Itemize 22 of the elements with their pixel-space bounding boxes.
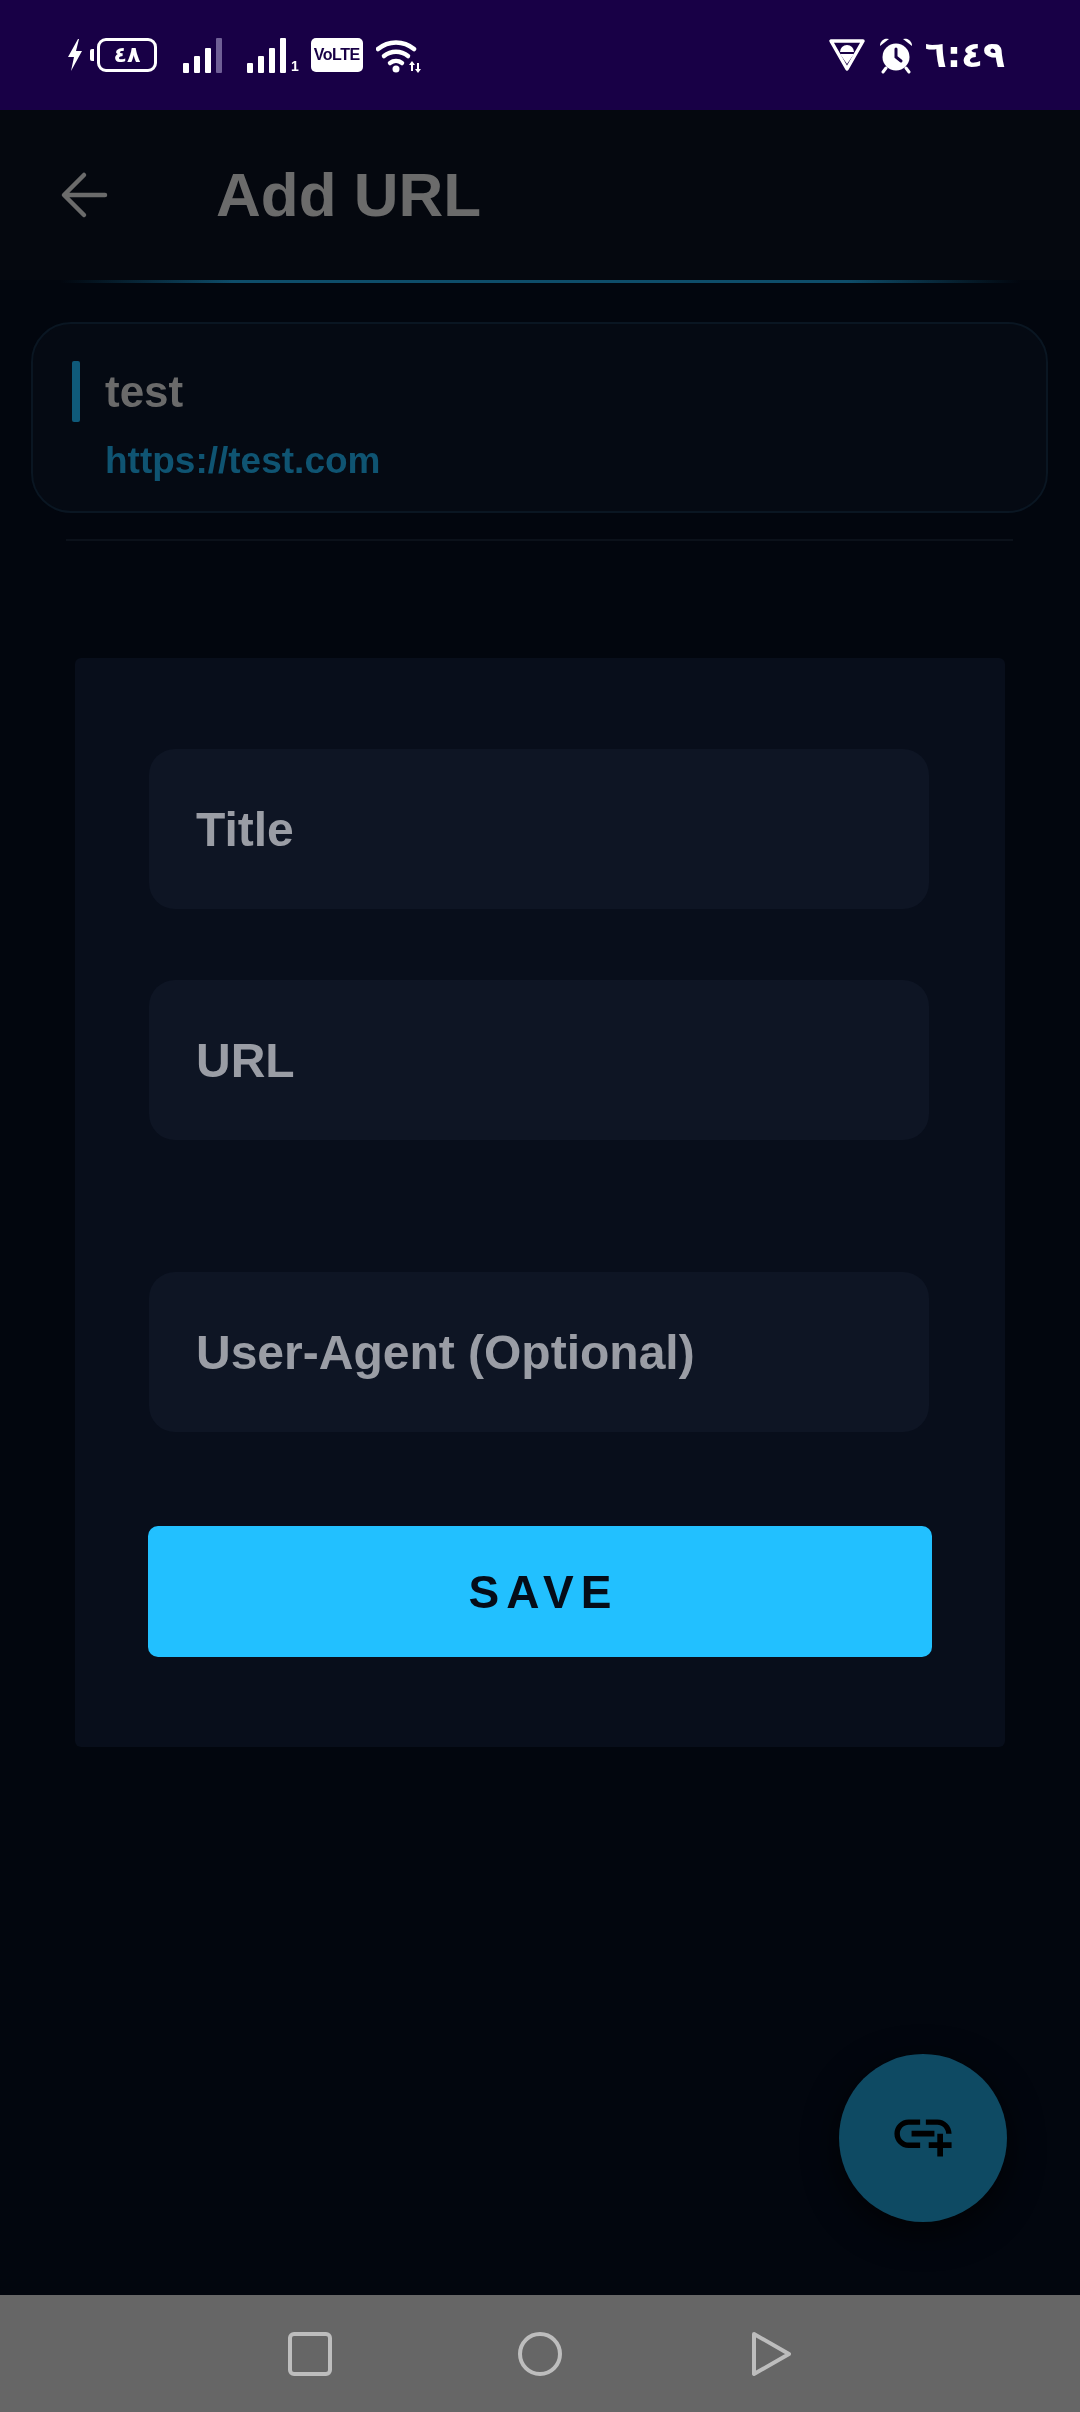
save-button[interactable]: SAVE bbox=[148, 1526, 932, 1657]
charging-bolt-icon bbox=[67, 39, 83, 71]
signal-bars-icon bbox=[247, 37, 287, 73]
recents-square-icon[interactable] bbox=[287, 2330, 333, 2377]
status-time: ٦:٤٩ bbox=[924, 35, 1005, 75]
input-field[interactable]: User-Agent (Optional) bbox=[149, 1272, 929, 1432]
url-link: https://test.com bbox=[105, 439, 381, 483]
input-field[interactable]: Title bbox=[149, 749, 929, 909]
battery-indicator: ٤٨ bbox=[90, 38, 157, 72]
wifi-icon bbox=[375, 37, 422, 73]
url-title: test bbox=[105, 366, 184, 417]
back-arrow-icon[interactable] bbox=[60, 171, 108, 219]
accent-bar bbox=[72, 361, 80, 422]
home-circle-icon[interactable] bbox=[517, 2330, 563, 2377]
input-field[interactable]: URL bbox=[149, 980, 929, 1140]
sim-label: 1 bbox=[291, 59, 299, 73]
link-plus-icon bbox=[892, 2118, 954, 2158]
page-title: Add URL bbox=[216, 159, 482, 231]
volte-badge: VoLTE bbox=[310, 38, 363, 72]
url-card[interactable]: test https://test.com bbox=[31, 322, 1048, 513]
signal-bars-icon bbox=[183, 37, 223, 73]
triangle-icon bbox=[827, 38, 866, 72]
